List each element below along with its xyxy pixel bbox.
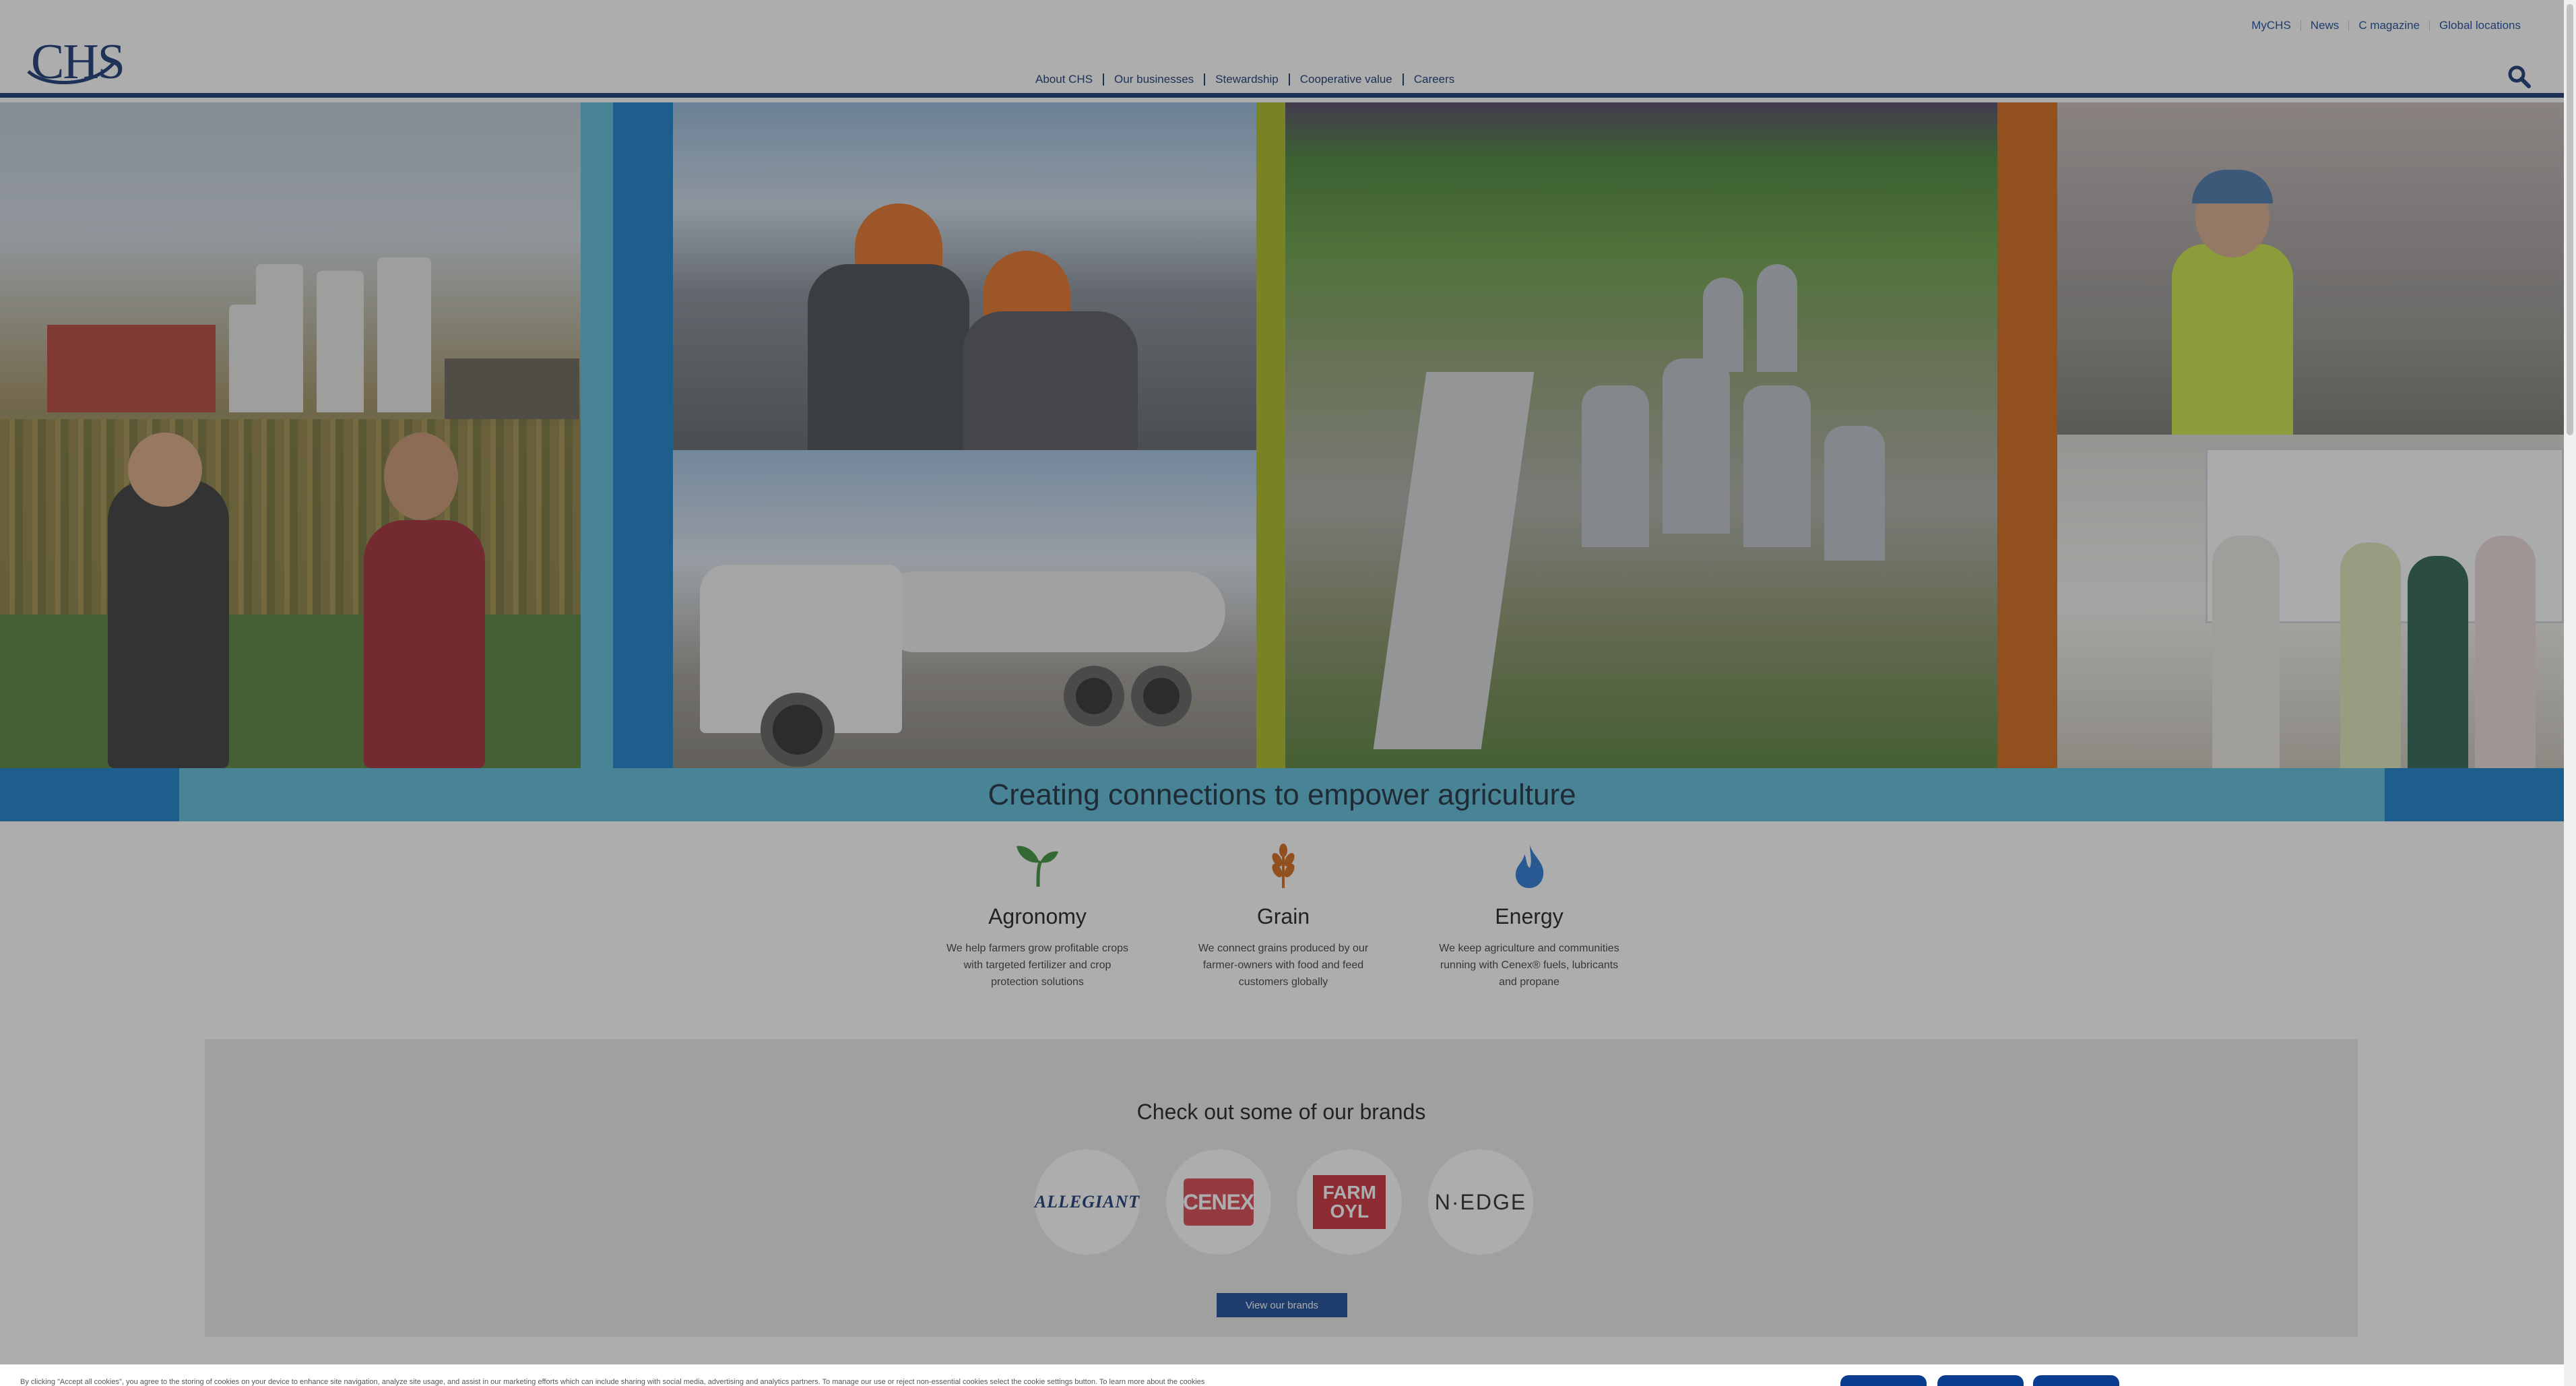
divider [1402,73,1404,86]
divider [1103,73,1105,86]
util-link-c-magazine[interactable]: C magazine [2358,19,2420,32]
area-title: Grain [1256,904,1310,928]
utility-nav: MyCHS News C magazine Global locations [2251,19,2521,32]
allegiant-logo: ALLEGIANT [1034,1192,1140,1211]
brands-section: Check out some of our brands ALLEGIANT C… [205,1039,2358,1337]
cookie-settings-button[interactable] [1840,1375,1927,1386]
site-header: CHS MyCHS News C magazine Global locatio… [0,0,2564,98]
search-icon [2508,65,2531,88]
divider [1204,73,1206,86]
farmoyl-logo-text: FARM OYL [1322,1182,1376,1222]
area-desc: We keep agriculture and communities runn… [1439,943,1619,988]
brand-allegiant[interactable]: ALLEGIANT [1035,1149,1140,1255]
scroll-thumb[interactable] [2567,4,2573,435]
tagline-band: Creating connections to empower agricult… [0,768,2564,821]
view-brands-button[interactable]: View our brands [1217,1293,1347,1317]
nav-our-businesses[interactable]: Our businesses [1114,73,1194,86]
reject-cookies-button[interactable] [1937,1375,2024,1386]
business-areas: Agronomy We help farmers grow profitable… [930,842,1637,1011]
accept-cookies-button[interactable] [2033,1375,2119,1386]
flame-icon [1515,845,1544,888]
area-desc: We connect grains produced by our farmer… [1198,943,1369,988]
hero-photo-farmers-field [0,102,581,768]
search-button[interactable] [2507,65,2532,89]
logo-text: CHS [31,34,125,90]
tagline-text: Creating connections to empower agricult… [988,778,1576,811]
area-energy[interactable]: Energy We keep agriculture and communiti… [1421,842,1637,1011]
area-title: Energy [1495,904,1564,928]
brands-title: Check out some of our brands [1136,1100,1426,1124]
area-agronomy[interactable]: Agronomy We help farmers grow profitable… [930,842,1145,1011]
area-desc: We help farmers grow profitable crops wi… [946,943,1129,988]
chs-logo[interactable]: CHS [26,30,125,90]
accent-strip-blue [613,102,673,768]
divider [2429,20,2430,31]
cookie-text: By clicking "Accept all cookies", you ag… [20,1378,1205,1386]
nav-stewardship[interactable]: Stewardship [1215,73,1279,86]
nav-about-chs[interactable]: About CHS [1035,73,1093,86]
page-scrollbar[interactable] [2564,0,2576,1386]
cookie-banner: By clicking "Accept all cookies", you ag… [0,1364,2564,1386]
brand-farmoyl[interactable]: FARM OYL [1297,1149,1403,1255]
nav-careers[interactable]: Careers [1414,73,1454,86]
hero-photo-grain-elevator [1285,102,1997,768]
tagline-inner: Creating connections to empower agricult… [179,768,2385,821]
hero-photo-worker-vest [2057,102,2564,435]
main-nav: About CHS Our businesses Stewardship Coo… [1035,73,1454,86]
divider [2300,20,2301,31]
accent-strip-cyan [581,102,613,768]
hero-collage [0,102,2564,768]
util-link-news[interactable]: News [2311,19,2340,32]
accent-strip-green [1256,102,1285,768]
area-grain[interactable]: Grain We connect grains produced by our … [1176,842,1391,1011]
util-link-mychs[interactable]: MyCHS [2251,19,2291,32]
nedge-logo: N·EDGE [1434,1189,1527,1214]
cenex-logo-text: CENEX [1183,1189,1254,1214]
nav-cooperative-value[interactable]: Cooperative value [1300,73,1392,86]
farmoyl-logo: FARM OYL [1313,1175,1386,1229]
hero-photo-refinery-workers [673,102,1256,450]
hero-photo-fuel-truck [673,450,1256,768]
divider [2348,20,2350,31]
area-title: Agronomy [988,904,1087,928]
hero-photo-office-team [2057,435,2564,768]
divider [1288,73,1290,86]
cenex-logo: CENEX [1183,1178,1254,1226]
brand-cenex[interactable]: CENEX [1165,1149,1271,1255]
accent-strip-orange [1997,102,2057,768]
wheat-icon [1272,844,1295,888]
util-link-global-locations[interactable]: Global locations [2439,19,2521,32]
brand-nedge[interactable]: N·EDGE [1427,1149,1533,1255]
sprout-icon [1017,846,1058,887]
brand-logo-row: ALLEGIANT CENEX FARM OYL N·EDGE [1035,1149,1533,1257]
